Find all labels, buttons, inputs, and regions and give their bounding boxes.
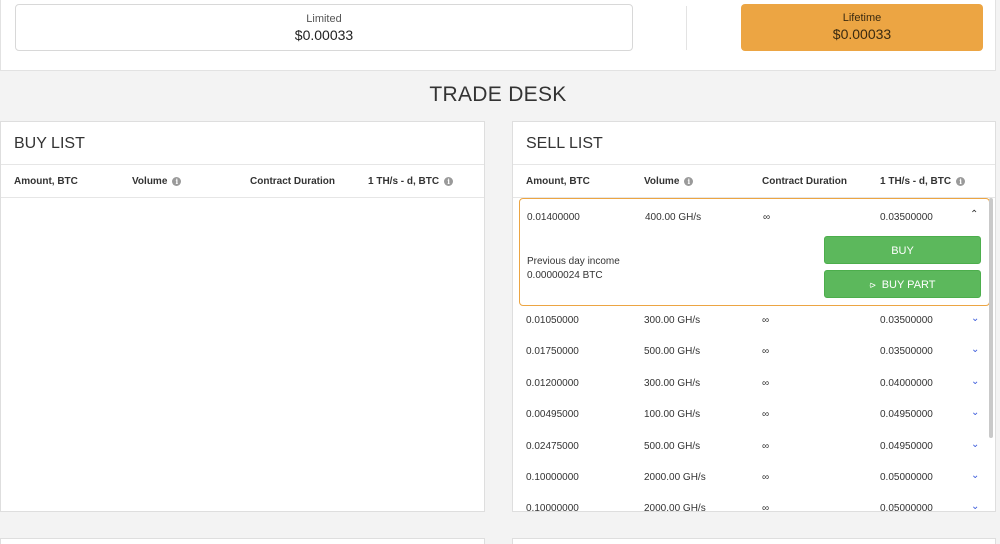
- offer-volume: 500.00 GH/s: [644, 441, 701, 452]
- header-price[interactable]: 1 TH/s - d, BTC i: [368, 176, 454, 187]
- previous-day-income-value: 0.00000024 BTC: [527, 270, 603, 281]
- sell-list-header: Amount, BTC Volume i Contract Duration 1 …: [513, 165, 995, 198]
- chevron-up-icon[interactable]: ⌃: [970, 209, 978, 220]
- offer-price: 0.05000000: [880, 503, 933, 512]
- previous-day-income-label: Previous day income: [527, 256, 620, 267]
- offer-volume: 2000.00 GH/s: [644, 503, 706, 512]
- offer-price: 0.04950000: [880, 441, 933, 452]
- offer-volume: 400.00 GH/s: [645, 212, 702, 223]
- buy-list-card: BUY LIST Amount, BTC Volume i Contract Du…: [0, 121, 485, 512]
- info-icon[interactable]: i: [684, 177, 694, 186]
- header-volume[interactable]: Volume i: [644, 176, 694, 187]
- info-icon[interactable]: i: [172, 177, 182, 186]
- offer-volume: 500.00 GH/s: [644, 346, 701, 357]
- offer-duration: ∞: [762, 378, 770, 389]
- header-contract-duration[interactable]: Contract Duration: [250, 176, 335, 187]
- page-title: TRADE DESK: [429, 83, 567, 106]
- offer-volume: 300.00 GH/s: [644, 315, 701, 326]
- header-volume[interactable]: Volume i: [132, 176, 182, 187]
- offer-price: 0.03500000: [880, 212, 933, 223]
- limited-price-box[interactable]: Limited $0.00033: [15, 4, 633, 51]
- price-summary-panel: Limited $0.00033 Lifetime $0.00033: [0, 0, 996, 71]
- header-price[interactable]: 1 TH/s - d, BTC i: [880, 176, 966, 187]
- chevron-down-icon[interactable]: ⌄: [971, 439, 979, 450]
- header-amount[interactable]: Amount, BTC: [526, 176, 590, 187]
- table-row[interactable]: 0.00495000 100.00 GH/s ∞ 0.04950000 ⌄: [513, 399, 991, 429]
- offer-price: 0.03500000: [880, 346, 933, 357]
- sell-list-title: SELL LIST: [513, 122, 995, 165]
- lifetime-value: $0.00033: [832, 26, 892, 42]
- table-row[interactable]: 0.10000000 2000.00 GH/s ∞ 0.05000000 ⌄: [513, 493, 991, 512]
- table-row[interactable]: 0.02475000 500.00 GH/s ∞ 0.04950000 ⌄: [513, 431, 991, 461]
- sell-list-card: SELL LIST Amount, BTC Volume i Contract D…: [512, 121, 996, 512]
- lower-card-edge: [512, 538, 996, 544]
- offer-duration: ∞: [762, 472, 770, 483]
- offer-price: 0.05000000: [880, 472, 933, 483]
- divider: [686, 6, 687, 50]
- offer-volume: 300.00 GH/s: [644, 378, 701, 389]
- info-icon[interactable]: i: [956, 177, 966, 186]
- chevron-down-icon[interactable]: ⌄: [971, 407, 979, 418]
- chevron-down-icon[interactable]: ⌄: [971, 344, 979, 355]
- chevron-down-icon[interactable]: ⌄: [971, 470, 979, 481]
- offer-amount: 0.01400000: [527, 212, 580, 223]
- offer-volume: 100.00 GH/s: [644, 409, 701, 420]
- buy-list-header: Amount, BTC Volume i Contract Duration 1 …: [1, 165, 484, 198]
- lower-card-edge: [0, 538, 485, 544]
- lifetime-price-box[interactable]: Lifetime $0.00033: [741, 4, 983, 51]
- table-row[interactable]: 0.10000000 2000.00 GH/s ∞ 0.05000000 ⌄: [513, 462, 991, 492]
- limited-value: $0.00033: [294, 27, 354, 43]
- offer-amount: 0.01200000: [526, 378, 579, 389]
- table-row[interactable]: 0.01750000 500.00 GH/s ∞ 0.03500000 ⌄: [513, 336, 991, 366]
- header-amount[interactable]: Amount, BTC: [14, 176, 78, 187]
- chevron-down-icon[interactable]: ⌄: [971, 376, 979, 387]
- offer-amount: 0.01050000: [526, 315, 579, 326]
- expanded-offer-row[interactable]: 0.01400000 400.00 GH/s ∞ 0.03500000 ⌃ Pr…: [519, 198, 990, 306]
- table-row[interactable]: 0.01050000 300.00 GH/s ∞ 0.03500000 ⌄: [513, 305, 991, 335]
- offer-amount: 0.00495000: [526, 409, 579, 420]
- offer-price: 0.04000000: [880, 378, 933, 389]
- offer-duration: ∞: [762, 441, 770, 452]
- offer-duration: ∞: [762, 315, 770, 326]
- offer-duration: ∞: [762, 346, 770, 357]
- offer-duration: ∞: [763, 212, 771, 223]
- offer-duration: ∞: [762, 409, 770, 420]
- limited-label: Limited: [306, 13, 342, 25]
- info-icon[interactable]: i: [444, 177, 454, 186]
- header-contract-duration[interactable]: Contract Duration: [762, 176, 847, 187]
- chevron-down-icon[interactable]: ⌄: [971, 313, 979, 324]
- buy-part-button[interactable]: ⪧ BUY PART: [824, 270, 981, 298]
- chevron-down-icon[interactable]: ⌄: [971, 501, 979, 511]
- buy-button[interactable]: BUY: [824, 236, 981, 264]
- offer-amount: 0.10000000: [526, 503, 579, 512]
- offer-duration: ∞: [762, 503, 770, 512]
- lifetime-label: Lifetime: [842, 12, 882, 24]
- scrollbar[interactable]: [989, 198, 993, 438]
- offer-price: 0.03500000: [880, 315, 933, 326]
- offer-amount: 0.01750000: [526, 346, 579, 357]
- table-row[interactable]: 0.01200000 300.00 GH/s ∞ 0.04000000 ⌄: [513, 368, 991, 398]
- buy-list-title: BUY LIST: [1, 122, 484, 165]
- share-icon: ⪧: [869, 279, 876, 291]
- offer-price: 0.04950000: [880, 409, 933, 420]
- offer-amount: 0.02475000: [526, 441, 579, 452]
- offer-amount: 0.10000000: [526, 472, 579, 483]
- offer-volume: 2000.00 GH/s: [644, 472, 706, 483]
